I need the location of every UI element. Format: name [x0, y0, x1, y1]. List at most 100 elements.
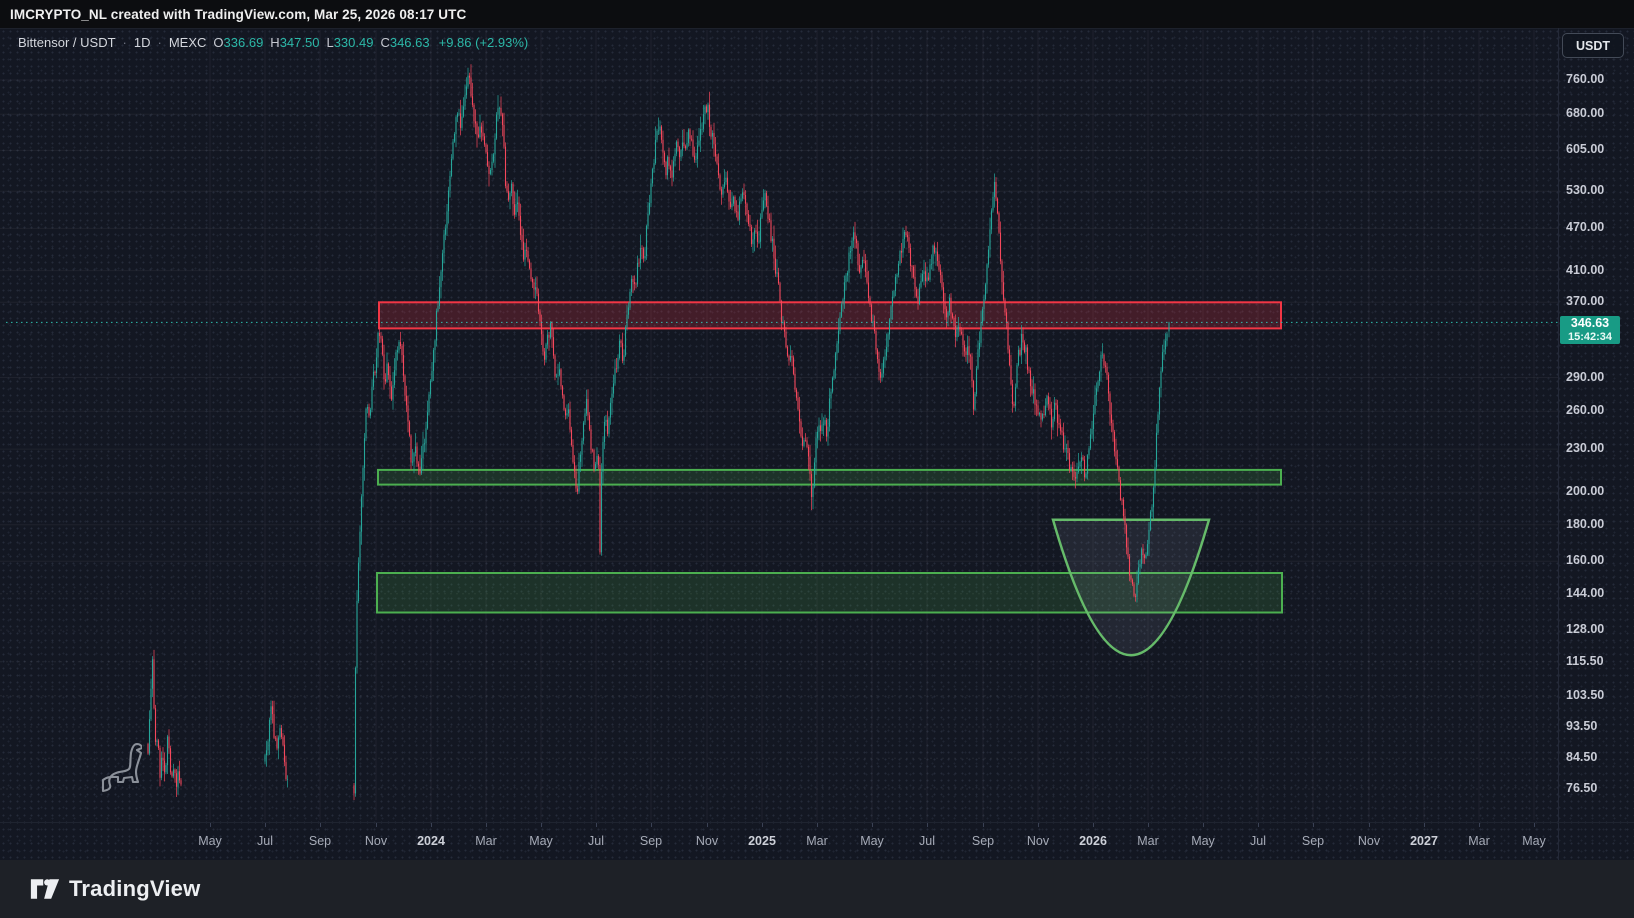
candle-body — [1150, 512, 1151, 530]
candle-body — [282, 737, 283, 745]
candle-body — [1129, 557, 1130, 576]
candle-body — [533, 282, 534, 289]
candle-body — [1147, 544, 1148, 555]
candle-body — [869, 298, 870, 305]
high-label: H — [270, 35, 279, 50]
candle-body — [607, 420, 608, 434]
time-tick-mark — [651, 823, 652, 827]
candle-body — [1097, 381, 1098, 388]
candle-body — [671, 171, 672, 178]
candle-body — [180, 780, 181, 784]
candle-body — [953, 318, 954, 326]
candle-body — [398, 342, 399, 350]
candle-body — [1042, 414, 1043, 419]
candle-body — [377, 333, 378, 358]
candlestick-plot[interactable] — [0, 0, 1634, 822]
rounded-bottom-arc[interactable] — [1053, 520, 1209, 656]
candle-body — [847, 273, 848, 276]
candle-body — [1046, 396, 1047, 405]
resistance-zone[interactable] — [379, 302, 1281, 328]
price-tick-label: 470.00 — [1566, 220, 1630, 234]
candle-body — [760, 218, 761, 242]
time-tick-mark — [431, 823, 432, 827]
candle-body — [1123, 500, 1124, 517]
candle-body — [835, 353, 836, 370]
candle-body — [541, 321, 542, 334]
last-price-value: 346.63 — [1571, 317, 1609, 331]
candle-body — [370, 410, 371, 416]
time-tick-label: Jul — [243, 834, 287, 848]
candle-body — [619, 341, 620, 358]
candle-body — [1120, 480, 1121, 500]
tradingview-chart-page: IMCRYPTO_NL created with TradingView.com… — [0, 0, 1634, 918]
candle-body — [285, 762, 286, 779]
candle-body — [689, 130, 690, 139]
candle-body — [410, 436, 411, 463]
time-tick-mark — [707, 823, 708, 827]
candle-body — [851, 241, 852, 251]
candle-body — [559, 369, 560, 375]
candle-body — [584, 413, 585, 422]
candle-body — [668, 157, 669, 166]
candle-body — [1141, 549, 1142, 564]
symbol-title[interactable]: Bittensor / USDT — [18, 35, 116, 50]
time-tick-mark — [596, 823, 597, 827]
candle-body — [179, 771, 180, 780]
price-tick-label: 76.50 — [1566, 781, 1630, 795]
candle-body — [589, 416, 590, 430]
candle-body — [400, 342, 401, 346]
candle-body — [514, 204, 515, 215]
candle-body — [1006, 312, 1007, 322]
candle-body — [1093, 414, 1094, 429]
candle-body — [926, 278, 927, 282]
time-tick-mark — [1203, 823, 1204, 827]
time-tick-label: May — [1512, 834, 1556, 848]
candle-body — [752, 239, 753, 244]
candle-body — [976, 368, 977, 394]
candle-body — [1028, 370, 1029, 371]
candle-body — [602, 442, 603, 472]
candle-body — [155, 708, 156, 742]
candle-body — [685, 146, 686, 148]
candle-body — [167, 737, 168, 766]
time-tick-mark — [541, 823, 542, 827]
time-tick-mark — [1313, 823, 1314, 827]
candle-body — [264, 755, 265, 761]
time-tick-label: May — [188, 834, 232, 848]
candle-body — [1103, 355, 1104, 366]
candle-body — [416, 446, 417, 463]
candle-body — [445, 228, 446, 234]
candle-body — [270, 706, 271, 720]
candle-body — [701, 129, 702, 130]
candle-body — [736, 211, 737, 212]
candles-series — [147, 64, 1169, 800]
time-tick-mark — [1534, 823, 1535, 827]
candle-body — [361, 496, 362, 531]
candle-body — [989, 229, 990, 249]
candle-body — [653, 163, 654, 169]
currency-toggle-button[interactable]: USDT — [1562, 33, 1624, 58]
price-tick-label: 160.00 — [1566, 553, 1630, 567]
time-tick-mark — [983, 823, 984, 827]
candle-body — [875, 331, 876, 350]
candle-body — [1085, 474, 1086, 478]
candle-body — [267, 741, 268, 750]
candle-body — [620, 341, 621, 344]
time-tick-mark — [1093, 823, 1094, 827]
candle-body — [1099, 372, 1100, 381]
candle-body — [380, 336, 381, 339]
candle-body — [716, 157, 717, 164]
tradingview-logo[interactable]: TradingView — [30, 876, 200, 902]
candle-body — [880, 372, 881, 378]
candle-body — [1088, 448, 1089, 455]
candle-body — [353, 785, 354, 793]
candle-body — [577, 489, 578, 492]
interval-label[interactable]: 1D — [134, 35, 151, 50]
candle-body — [827, 427, 828, 437]
candle-body — [592, 450, 593, 451]
candle-body — [1130, 576, 1131, 580]
candle-body — [965, 351, 966, 355]
support-zone-upper[interactable] — [378, 470, 1281, 485]
candle-body — [991, 211, 992, 230]
symbol-legend[interactable]: Bittensor / USDT · 1D · MEXC O336.69 H34… — [18, 35, 528, 50]
